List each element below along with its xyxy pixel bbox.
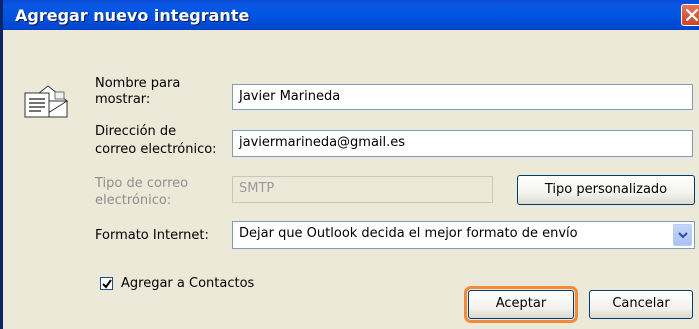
- envelope-card-icon: [23, 83, 73, 123]
- add-to-contacts-label[interactable]: Agregar a Contactos: [121, 276, 254, 292]
- dialog-title: Agregar nuevo integrante: [15, 6, 250, 25]
- cancel-button[interactable]: Cancelar: [589, 290, 693, 319]
- email-type-label-line2: electrónico:: [95, 193, 172, 208]
- custom-type-button[interactable]: Tipo personalizado: [517, 175, 695, 205]
- email-label-line1: Dirección de: [95, 124, 177, 139]
- dropdown-button[interactable]: [673, 224, 692, 246]
- display-name-label-line1: Nombre para: [95, 76, 181, 91]
- add-to-contacts-checkbox[interactable]: [100, 277, 113, 290]
- email-label-line2: correo electrónico:: [95, 142, 217, 157]
- internet-format-select[interactable]: Dejar que Outlook decida el mejor format…: [232, 221, 695, 249]
- title-bar[interactable]: Agregar nuevo integrante: [3, 0, 699, 30]
- close-button[interactable]: [681, 4, 699, 26]
- checkmark-icon: [102, 279, 112, 289]
- email-input[interactable]: javiermarineda@gmail.es: [232, 130, 693, 157]
- close-icon: [686, 9, 698, 21]
- dialog-window: Agregar nuevo integrante Nombre para mos…: [0, 0, 699, 329]
- email-type-label-line1: Tipo de correo: [95, 176, 189, 191]
- display-name-label-line2: mostrar:: [95, 92, 151, 107]
- internet-format-value: Dejar que Outlook decida el mejor format…: [239, 226, 578, 241]
- chevron-down-icon: [678, 232, 688, 239]
- email-type-input: SMTP: [232, 176, 493, 203]
- ok-button[interactable]: Aceptar: [464, 286, 578, 323]
- display-name-input[interactable]: Javier Marineda: [232, 84, 693, 110]
- internet-format-label: Formato Internet:: [95, 228, 209, 243]
